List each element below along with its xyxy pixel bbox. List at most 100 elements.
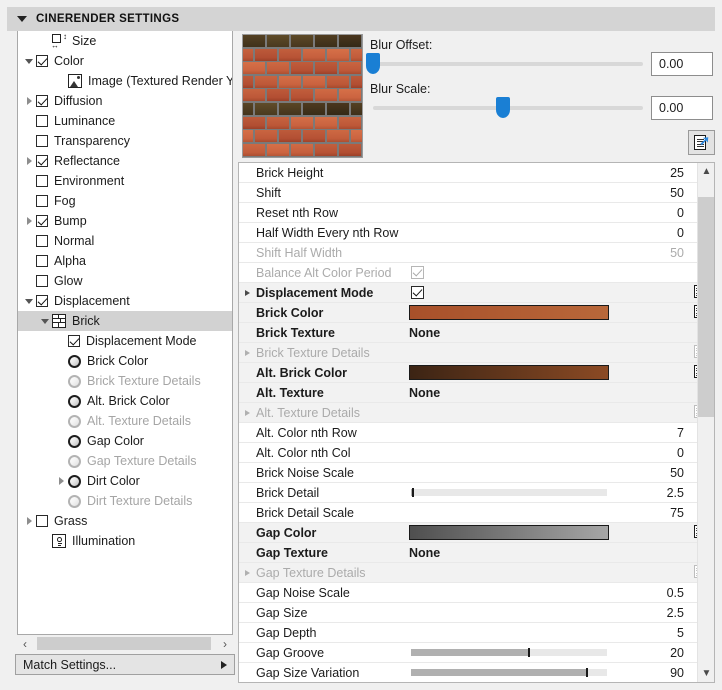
expand-right-icon[interactable]	[54, 477, 68, 485]
checkbox-unchecked[interactable]	[36, 175, 48, 187]
panel-header[interactable]: CINERENDER SETTINGS	[7, 7, 715, 31]
tree-item-normal[interactable]: Normal	[18, 231, 232, 251]
property-list[interactable]: Brick Height25Shift50Reset nth Row0Half …	[238, 162, 715, 683]
slider-marker[interactable]	[586, 668, 588, 677]
tree-item-brick[interactable]: Brick	[18, 311, 232, 331]
scroll-left-icon[interactable]: ‹	[17, 635, 33, 652]
property-row[interactable]: Brick Noise Scale50	[239, 463, 714, 483]
property-row[interactable]: Gap TextureNone	[239, 543, 714, 563]
property-row[interactable]: Reset nth Row0	[239, 203, 714, 223]
radio-icon[interactable]	[68, 355, 81, 368]
color-swatch[interactable]	[409, 525, 609, 540]
expand-down-icon[interactable]	[22, 299, 36, 304]
property-row[interactable]: Alt. Brick Color➚	[239, 363, 714, 383]
tree-item-glow[interactable]: Glow	[18, 271, 232, 291]
color-swatch[interactable]	[409, 305, 609, 320]
expand-right-icon[interactable]	[22, 517, 36, 525]
expand-right-icon[interactable]	[22, 217, 36, 225]
checkbox-checked[interactable]	[36, 215, 48, 227]
property-slider[interactable]	[411, 489, 607, 496]
tree-item-alt-brick-color[interactable]: Alt. Brick Color	[18, 391, 232, 411]
property-slider[interactable]	[411, 649, 607, 656]
checkbox-unchecked[interactable]	[36, 275, 48, 287]
radio-icon[interactable]	[68, 495, 81, 508]
radio-icon[interactable]	[68, 375, 81, 388]
property-row[interactable]: Brick Detail2.5	[239, 483, 714, 503]
checkbox-unchecked[interactable]	[36, 515, 48, 527]
checkbox-unchecked[interactable]	[36, 135, 48, 147]
checkbox-checked[interactable]	[36, 155, 48, 167]
property-text-value[interactable]: None	[409, 326, 440, 340]
expand-right-icon[interactable]	[239, 570, 256, 576]
expand-down-icon[interactable]	[38, 319, 52, 324]
tree-item-gap-texture-details[interactable]: Gap Texture Details	[18, 451, 232, 471]
checkbox-checked-disabled[interactable]	[411, 266, 424, 279]
chevron-up-icon[interactable]: ▲	[698, 163, 715, 180]
property-text-value[interactable]: None	[409, 546, 440, 560]
tree-item-image-textured-render-yellow-g5[interactable]: Image (Textured Render Yellow G5	[18, 71, 232, 91]
checkbox-checked[interactable]	[36, 295, 48, 307]
property-row[interactable]: Brick Detail Scale75	[239, 503, 714, 523]
tree-item-displacement-mode[interactable]: Displacement Mode	[18, 331, 232, 351]
property-row[interactable]: Gap Size2.5	[239, 603, 714, 623]
property-row[interactable]: Gap Noise Scale0.5	[239, 583, 714, 603]
property-row[interactable]: Brick Color➚	[239, 303, 714, 323]
property-value[interactable]: 2.5	[667, 486, 684, 500]
tree-item-dirt-texture-details[interactable]: Dirt Texture Details	[18, 491, 232, 511]
blur-scale-slider-track[interactable]	[373, 106, 643, 110]
hscroll-thumb[interactable]	[37, 637, 211, 650]
property-row[interactable]: Brick Height25	[239, 163, 714, 183]
checkbox-checked[interactable]	[36, 95, 48, 107]
expand-right-icon[interactable]	[239, 350, 256, 356]
checkbox-unchecked[interactable]	[36, 235, 48, 247]
property-row[interactable]: Displacement Mode➚	[239, 283, 714, 303]
radio-icon[interactable]	[68, 415, 81, 428]
property-row[interactable]: Alt. Texture Details➚	[239, 403, 714, 423]
tree-item-brick-texture-details[interactable]: Brick Texture Details	[18, 371, 232, 391]
color-swatch[interactable]	[409, 365, 609, 380]
property-value[interactable]: 50	[670, 246, 684, 260]
tree-item-brick-color[interactable]: Brick Color	[18, 351, 232, 371]
tree-item-diffusion[interactable]: Diffusion	[18, 91, 232, 111]
property-value[interactable]: 20	[670, 646, 684, 660]
property-value[interactable]: 50	[670, 186, 684, 200]
checkbox-checked[interactable]	[68, 335, 80, 347]
blur-offset-slider-thumb[interactable]	[366, 53, 380, 74]
tree-item-fog[interactable]: Fog	[18, 191, 232, 211]
scroll-right-icon[interactable]: ›	[217, 635, 233, 652]
tree-item-displacement[interactable]: Displacement	[18, 291, 232, 311]
tree-item-dirt-color[interactable]: Dirt Color	[18, 471, 232, 491]
property-row[interactable]: Gap Depth5	[239, 623, 714, 643]
property-slider[interactable]	[411, 669, 607, 676]
checkbox-checked[interactable]	[36, 55, 48, 67]
property-row[interactable]: Shift50	[239, 183, 714, 203]
triangle-down-icon[interactable]	[17, 16, 27, 22]
expand-right-icon[interactable]	[22, 157, 36, 165]
property-value[interactable]: 50	[670, 466, 684, 480]
property-value[interactable]: 5	[677, 626, 684, 640]
checkbox-checked[interactable]	[411, 286, 424, 299]
expand-right-icon[interactable]	[239, 290, 256, 296]
property-row[interactable]: Alt. Color nth Col0	[239, 443, 714, 463]
hscroll-track[interactable]	[33, 635, 217, 652]
expand-right-icon[interactable]	[22, 97, 36, 105]
checkbox-unchecked[interactable]	[36, 115, 48, 127]
tree-item-grass[interactable]: Grass	[18, 511, 232, 531]
tree-item-alt-texture-details[interactable]: Alt. Texture Details	[18, 411, 232, 431]
property-value[interactable]: 25	[670, 166, 684, 180]
radio-icon[interactable]	[68, 395, 81, 408]
tree-horizontal-scrollbar[interactable]: ‹ ›	[17, 635, 233, 652]
property-row[interactable]: Gap Color➚	[239, 523, 714, 543]
property-row[interactable]: Gap Texture Details➚	[239, 563, 714, 583]
tree-item-alpha[interactable]: Alpha	[18, 251, 232, 271]
tree-item-environment[interactable]: Environment	[18, 171, 232, 191]
slider-marker[interactable]	[412, 488, 414, 497]
tree-item-color[interactable]: Color	[18, 51, 232, 71]
match-settings-button[interactable]: Match Settings...	[15, 654, 235, 675]
blur-offset-slider-track[interactable]	[373, 62, 643, 66]
property-row[interactable]: Gap Size Variation90	[239, 663, 714, 683]
property-row[interactable]: Half Width Every nth Row0	[239, 223, 714, 243]
property-value[interactable]: 0.5	[667, 586, 684, 600]
radio-icon[interactable]	[68, 435, 81, 448]
property-row[interactable]: Brick TextureNone	[239, 323, 714, 343]
